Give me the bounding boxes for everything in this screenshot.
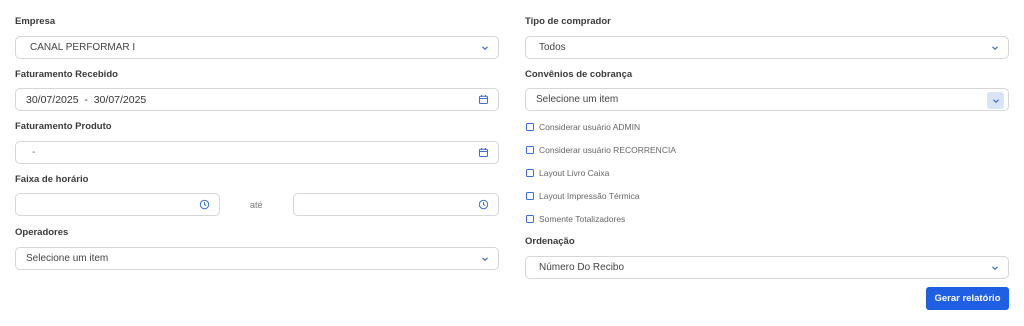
checkbox-box[interactable] bbox=[526, 123, 534, 131]
checkbox-somente-totalizadores[interactable]: Somente Totalizadores bbox=[526, 214, 625, 224]
horario-inicio-input[interactable] bbox=[15, 193, 220, 216]
convenios-select[interactable]: Selecione um item bbox=[525, 88, 1009, 111]
faturamento-recebido-label: Faturamento Recebido bbox=[15, 69, 118, 80]
horario-fim-input[interactable] bbox=[293, 193, 499, 216]
faturamento-recebido-input[interactable]: 30/07/2025 - 30/07/2025 bbox=[15, 88, 499, 111]
checkbox-label: Layout Livro Caixa bbox=[539, 168, 610, 178]
checkbox-label: Somente Totalizadores bbox=[539, 214, 626, 224]
empresa-select[interactable]: CANAL PERFORMAR I bbox=[15, 36, 499, 59]
dropdown-toggle-button[interactable] bbox=[987, 92, 1004, 109]
faturamento-produto-label: Faturamento Produto bbox=[15, 121, 112, 132]
convenios-label: Convênios de cobrança bbox=[525, 69, 633, 80]
convenios-placeholder: Selecione um item bbox=[536, 94, 619, 105]
tipo-comprador-select[interactable]: Todos bbox=[525, 36, 1009, 59]
checkbox-impressao-termica[interactable]: Layout Impressão Térmica bbox=[526, 191, 639, 201]
checkbox-box[interactable] bbox=[526, 215, 534, 223]
chevron-down-icon bbox=[991, 44, 999, 52]
calendar-icon[interactable] bbox=[478, 94, 489, 105]
faixa-horario-label: Faixa de horário bbox=[15, 174, 89, 185]
faixa-separator: até bbox=[250, 200, 263, 210]
chevron-down-icon bbox=[481, 44, 489, 52]
tipo-comprador-value: Todos bbox=[539, 42, 566, 53]
checkbox-recorrencia[interactable]: Considerar usuário RECORRENCIA bbox=[526, 145, 676, 155]
operadores-select[interactable]: Selecione um item bbox=[15, 247, 499, 270]
clock-icon[interactable] bbox=[199, 199, 210, 210]
checkbox-admin[interactable]: Considerar usuário ADMIN bbox=[526, 122, 640, 132]
clock-icon[interactable] bbox=[478, 199, 489, 210]
empresa-value: CANAL PERFORMAR I bbox=[30, 42, 136, 53]
checkbox-label: Considerar usuário RECORRENCIA bbox=[539, 145, 676, 155]
checkbox-box[interactable] bbox=[526, 192, 534, 200]
checkbox-livro-caixa[interactable]: Layout Livro Caixa bbox=[526, 168, 609, 178]
operadores-placeholder: Selecione um item bbox=[26, 253, 109, 264]
gerar-relatorio-button[interactable]: Gerar relatório bbox=[926, 287, 1009, 310]
faturamento-produto-input[interactable]: - bbox=[15, 141, 499, 164]
empresa-label: Empresa bbox=[15, 16, 56, 27]
checkbox-box[interactable] bbox=[526, 169, 534, 177]
calendar-icon[interactable] bbox=[478, 147, 489, 158]
operadores-label: Operadores bbox=[15, 227, 69, 238]
chevron-down-icon bbox=[481, 255, 489, 263]
ordenacao-value: Número Do Recibo bbox=[539, 262, 625, 273]
checkbox-label: Considerar usuário ADMIN bbox=[539, 122, 641, 132]
tipo-comprador-label: Tipo de comprador bbox=[525, 16, 611, 27]
chevron-down-icon bbox=[992, 97, 1000, 105]
chevron-down-icon bbox=[991, 264, 999, 272]
faturamento-produto-value: - bbox=[32, 147, 36, 158]
checkbox-box[interactable] bbox=[526, 146, 534, 154]
faturamento-recebido-value: 30/07/2025 - 30/07/2025 bbox=[26, 93, 147, 106]
ordenacao-label: Ordenação bbox=[525, 236, 575, 247]
ordenacao-select[interactable]: Número Do Recibo bbox=[525, 256, 1009, 279]
checkbox-label: Layout Impressão Térmica bbox=[539, 191, 640, 201]
